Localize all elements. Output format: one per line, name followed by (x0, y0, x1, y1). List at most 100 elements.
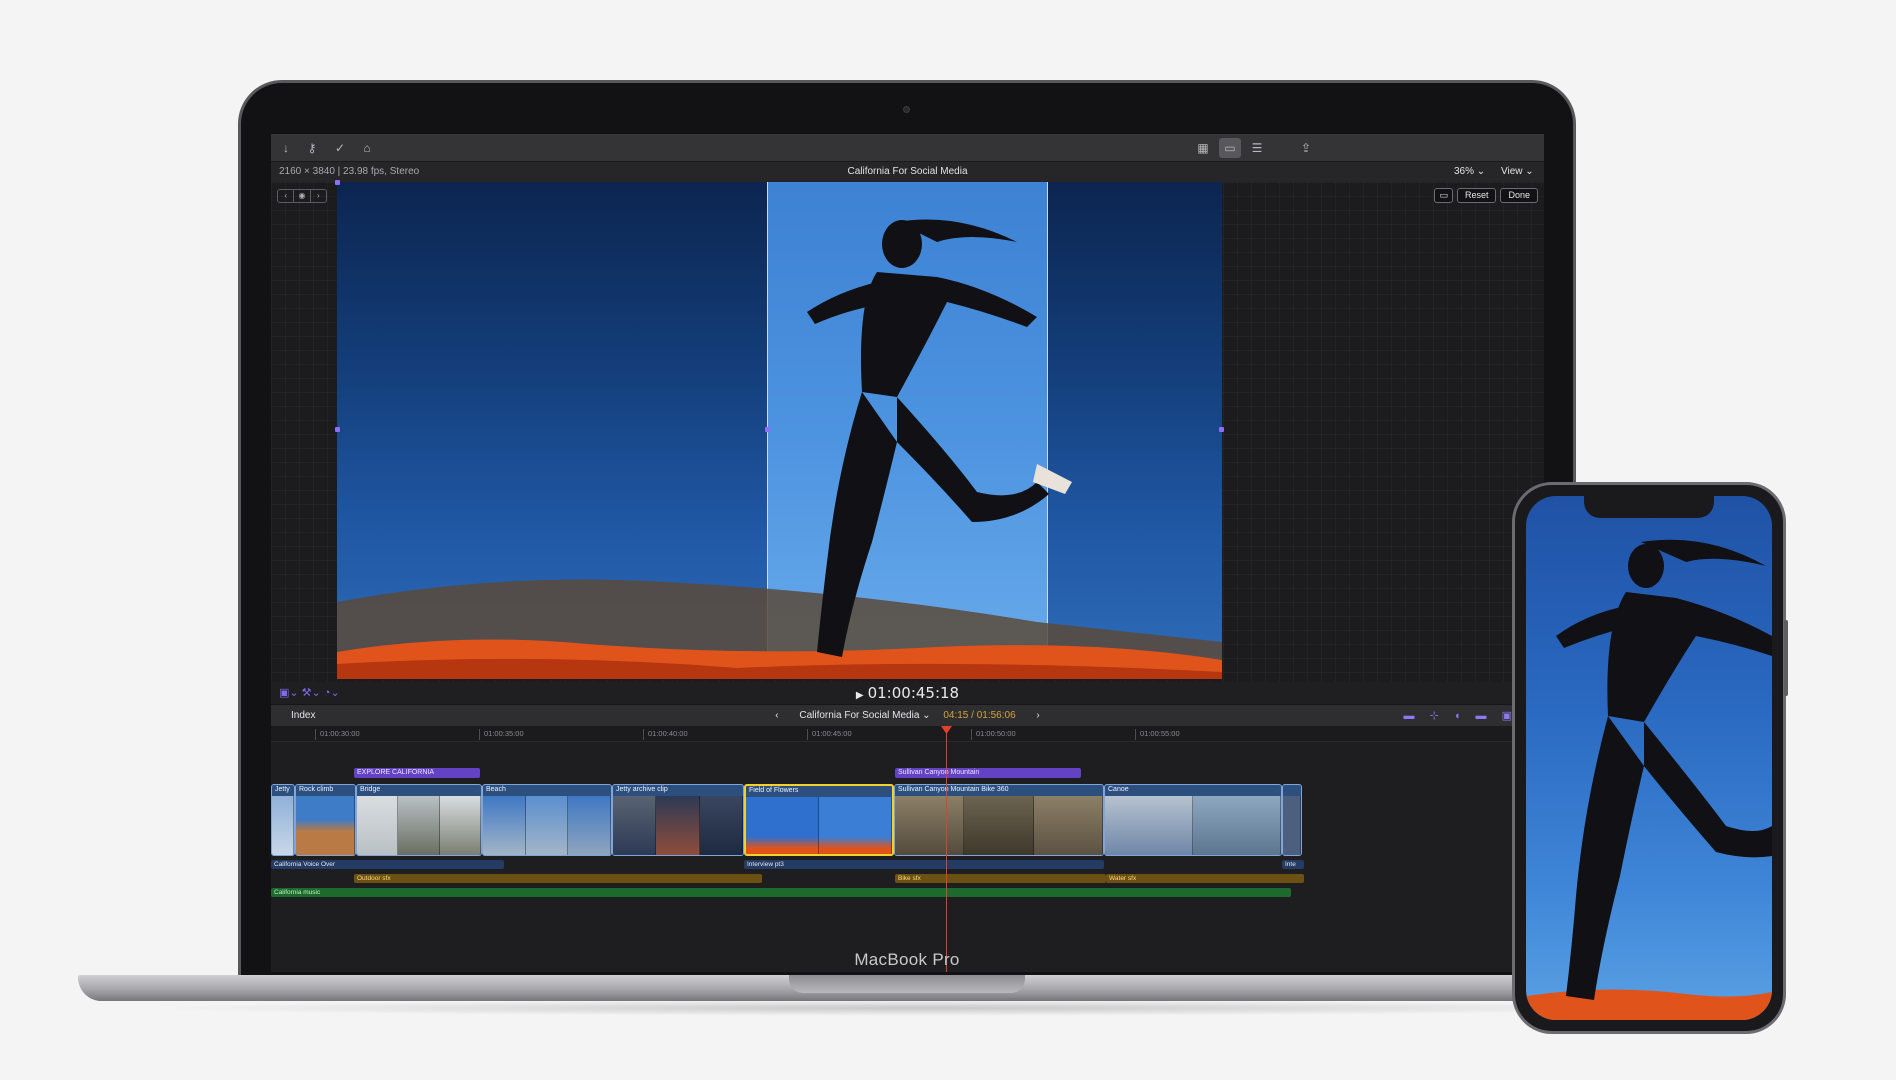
thumbnail (1193, 796, 1281, 855)
thumbnail (1283, 796, 1301, 855)
camera-icon (903, 106, 910, 113)
video-clip[interactable]: Beach (482, 784, 612, 856)
clip-thumbnails (895, 796, 1103, 855)
thumbnail (272, 796, 294, 855)
previous-icon[interactable]: ‹ (278, 190, 295, 202)
playhead[interactable] (946, 726, 947, 972)
timeline-icon[interactable]: ▭ (1219, 138, 1241, 158)
video-clip[interactable]: Jetty archive clip (612, 784, 744, 856)
final-cut-pro-window: ↓ ⚷ ✓ ⌂ ▦ ▭ ☰ ⇪ 2160 × 3840 | 23.98 fps,… (271, 134, 1544, 972)
play-icon[interactable]: ▶ (856, 690, 864, 701)
next-icon[interactable]: › (311, 190, 326, 202)
import-icon[interactable]: ↓ (275, 138, 297, 158)
previous-project-icon[interactable]: ‹ (775, 710, 778, 721)
timecode: 01:00:45:18 (867, 684, 960, 702)
viewer-nav-buttons[interactable]: ‹ ◉ › (277, 189, 327, 203)
selected-video-clip[interactable]: Field of Flowers (744, 784, 894, 856)
thumbnail (699, 796, 743, 855)
inspector-icon[interactable]: ☰ (1246, 138, 1268, 158)
thumbnail (525, 796, 569, 855)
video-clip[interactable]: Canoe (1104, 784, 1282, 856)
thumbnail (1033, 796, 1103, 855)
project-title: California For Social Media (847, 166, 968, 177)
thumbnail (439, 796, 481, 855)
clip-label: Beach (486, 786, 506, 793)
next-project-icon[interactable]: › (1036, 710, 1039, 721)
clip-thumbnails (613, 796, 743, 855)
timeline-tools-icon[interactable]: ▬ ⊹ ◖ ▬ ▣ (1404, 709, 1518, 722)
audio-clip-voice-over[interactable]: California Voice Over (271, 860, 504, 869)
reset-button[interactable]: Reset (1456, 188, 1497, 203)
viewer: ‹ ◉ › ▭ Reset Done (271, 180, 1544, 682)
video-clip[interactable]: Bridge (356, 784, 482, 856)
clip-thumbnails (746, 797, 892, 854)
clip-thumbnails (1283, 796, 1301, 855)
timecode-display: ▶ 01:00:45:18 (271, 684, 1544, 702)
thumbnail (656, 796, 700, 855)
clip-thumbnails (272, 796, 294, 855)
thumbnail (895, 796, 965, 855)
video-clip[interactable]: Jetty (271, 784, 295, 856)
timeline-ruler[interactable]: 01:00:30:00 01:00:35:00 01:00:40:00 01:0… (271, 726, 1544, 742)
viewer-info-bar: 2160 × 3840 | 23.98 fps, Stereo Californ… (271, 162, 1544, 182)
done-button[interactable]: Done (1500, 188, 1538, 203)
clip-label: Sullivan Canyon Mountain Bike 360 (898, 786, 1009, 793)
ruler-tick: 01:00:30:00 (315, 729, 360, 740)
tag-icon[interactable]: ⌂ (356, 138, 378, 158)
ruler-tick: 01:00:40:00 (643, 729, 688, 740)
ruler-tick: 01:00:45:00 (807, 729, 852, 740)
clip-thumbnails (483, 796, 611, 855)
ruler-tick: 01:00:35:00 (479, 729, 524, 740)
share-icon[interactable]: ⇪ (1295, 138, 1317, 158)
clip-thumbnails (357, 796, 481, 855)
product-scene: ↓ ⚷ ✓ ⌂ ▦ ▭ ☰ ⇪ 2160 × 3840 | 23.98 fps,… (0, 0, 1896, 1080)
timeline-project: ‹ California For Social Media ⌄ 04:15 / … (271, 710, 1544, 721)
browser-icon[interactable]: ▦ (1192, 138, 1214, 158)
ruler-tick: 01:00:50:00 (971, 729, 1016, 740)
video-clip[interactable] (1282, 784, 1302, 856)
viewer-controls: ▣⌄ ⚒⌄ ◔⌄ ▶ 01:00:45:18 (271, 682, 1544, 704)
audio-clip-interview-tail[interactable]: Inte (1282, 860, 1304, 869)
eye-icon[interactable]: ◉ (294, 190, 311, 202)
video-clip[interactable]: Rock climb (295, 784, 356, 856)
app-toolbar: ↓ ⚷ ✓ ⌂ ▦ ▭ ☰ ⇪ (271, 134, 1544, 162)
audio-clip-water-sfx[interactable]: Water sfx (1106, 874, 1304, 883)
clip-label: Rock climb (299, 786, 334, 793)
project-menu[interactable]: California For Social Media ⌄ (799, 710, 930, 721)
video-frame (337, 182, 1222, 679)
macbook-notch (789, 975, 1025, 993)
thumbnail (746, 797, 819, 854)
video-clip[interactable]: Sullivan Canyon Mountain Bike 360 (894, 784, 1104, 856)
clip-label: Jetty archive clip (616, 786, 668, 793)
iphone-screen (1526, 496, 1772, 1020)
thumbnail (398, 796, 440, 855)
check-icon[interactable]: ✓ (329, 138, 351, 158)
ruler-tick: 01:00:55:00 (1135, 729, 1180, 740)
clip-thumbnails (1105, 796, 1281, 855)
clip-label: Jetty (275, 786, 290, 793)
keywords-icon[interactable]: ⚷ (301, 138, 323, 158)
title-clip[interactable]: EXPLORE CALIFORNIA (354, 768, 480, 778)
audio-clip-outdoor-sfx[interactable]: Outdoor sfx (354, 874, 762, 883)
clip-thumbnails (296, 796, 355, 855)
crop-handle[interactable] (1219, 427, 1224, 432)
timeline-toolbar: Index ‹ California For Social Media ⌄ 04… (271, 704, 1544, 726)
zoom-menu[interactable]: 36% ⌄ (1454, 166, 1485, 177)
audio-clip-music[interactable]: California music (271, 888, 1291, 897)
view-menu[interactable]: View ⌄ (1501, 166, 1534, 177)
audio-clip-bike-sfx[interactable]: Bike sfx (895, 874, 1106, 883)
clip-label: Field of Flowers (749, 787, 799, 794)
crop-handle[interactable] (335, 427, 340, 432)
video-image (337, 219, 1222, 679)
aspect-icon[interactable]: ▭ (1434, 188, 1453, 203)
crop-handle[interactable] (335, 180, 340, 185)
transform-buttons: ▭ Reset Done (1434, 188, 1538, 203)
crop-handle[interactable] (765, 427, 770, 432)
iphone-side-button (1784, 620, 1788, 696)
title-clip[interactable]: Sullivan Canyon Mountain (895, 768, 1081, 778)
thumbnail (613, 796, 657, 855)
device-label: MacBook Pro (854, 950, 960, 969)
clip-label: Bridge (360, 786, 381, 793)
duration: 04:15 / 01:56:06 (943, 710, 1016, 721)
audio-clip-interview[interactable]: Interview pt3 (744, 860, 1104, 869)
